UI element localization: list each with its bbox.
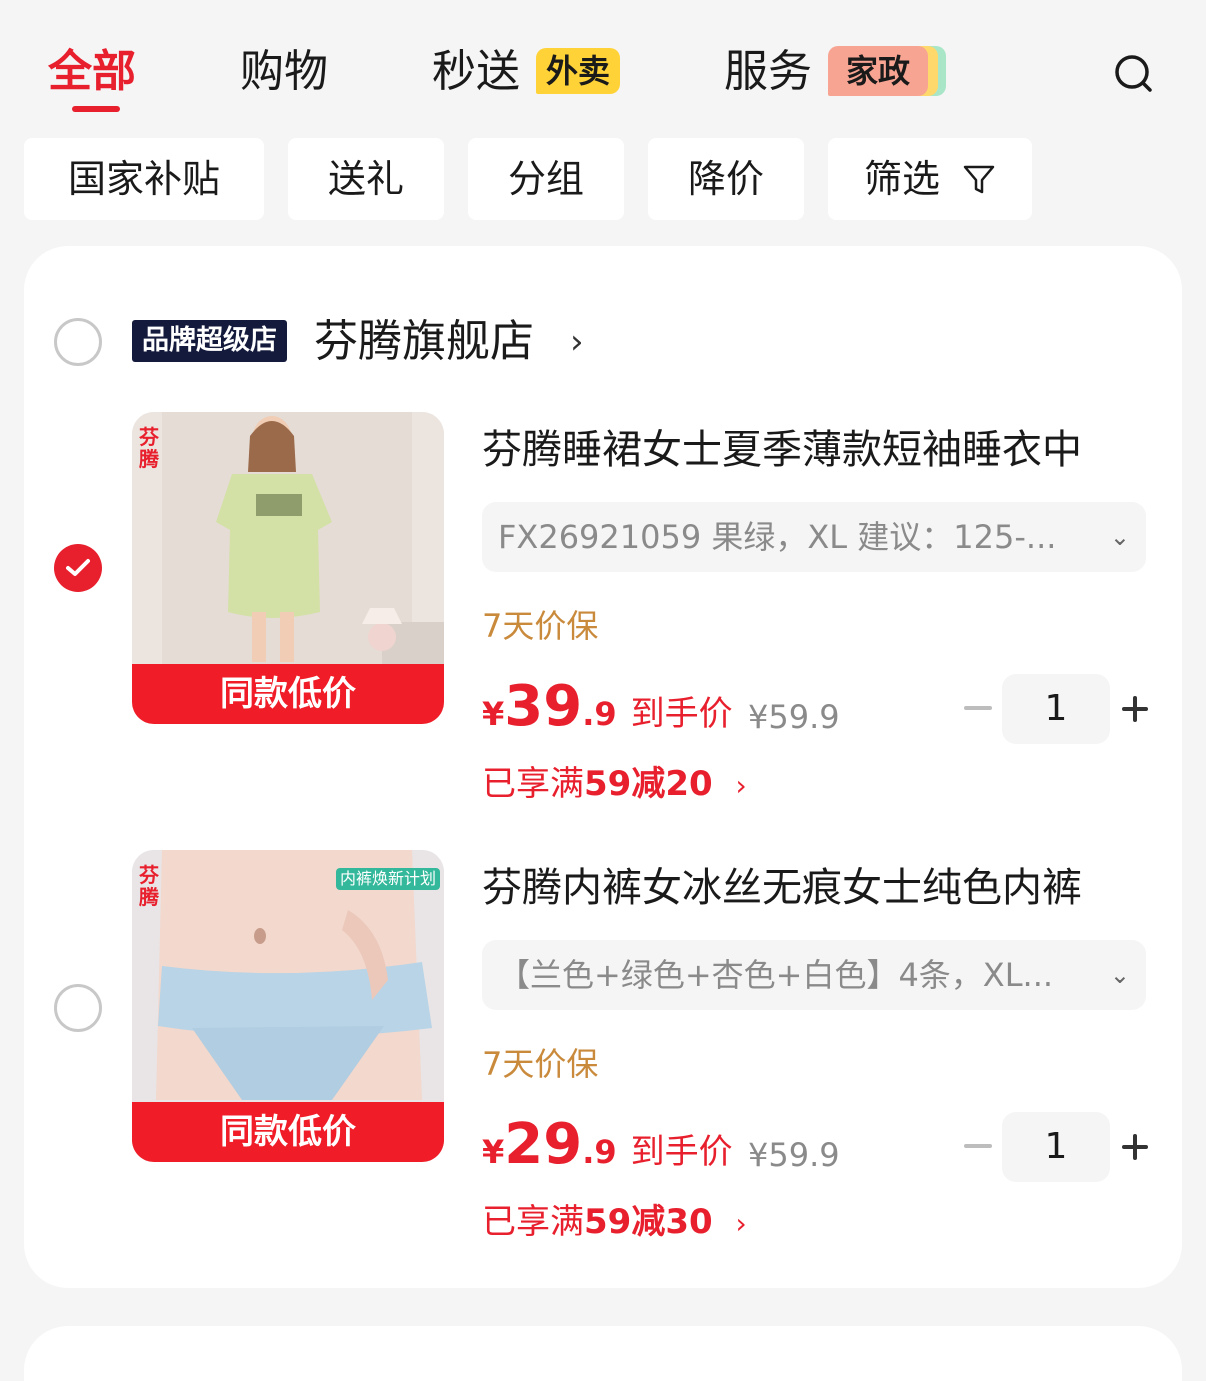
- chevron-down-icon: ⌄: [1109, 961, 1130, 989]
- store-select-checkbox[interactable]: [54, 318, 102, 366]
- price-tip: 到手价: [630, 1132, 733, 1172]
- price-integer: 29: [504, 1112, 583, 1177]
- promo-prefix: 已享满: [482, 764, 584, 804]
- same-item-low-price-label: 同款低价: [132, 664, 444, 724]
- price-protection-tag: 7天价保: [482, 607, 599, 645]
- filter-funnel-icon: [963, 165, 995, 193]
- checkmark-icon: [66, 559, 90, 576]
- price-protection-tag: 7天价保: [482, 1045, 599, 1083]
- top-tab-bar: 全部 购物 秒送 外卖 服务 家政: [0, 0, 1206, 130]
- promotion-link[interactable]: 已享满59减20 ›: [482, 762, 747, 808]
- product-image[interactable]: 芬腾 内裤焕新计划 同款低价: [132, 850, 444, 1162]
- plus-icon[interactable]: [1122, 1134, 1148, 1160]
- price-tip: 到手价: [630, 694, 733, 734]
- tab-shopping[interactable]: 购物: [240, 42, 328, 102]
- price-decimal: .9: [582, 1133, 617, 1171]
- item-select-checkbox[interactable]: [54, 544, 102, 592]
- original-price: ¥59.9: [748, 1136, 840, 1174]
- promo-value: 59减30: [584, 1202, 713, 1242]
- promotion-link[interactable]: 已享满59减30 ›: [482, 1200, 747, 1246]
- quantity-stepper[interactable]: 1: [1002, 1112, 1110, 1182]
- search-icon[interactable]: [1108, 48, 1160, 100]
- tab-all[interactable]: 全部: [48, 42, 136, 102]
- promo-value: 59减20: [584, 764, 713, 804]
- product-image[interactable]: 芬腾 同款低价: [132, 412, 444, 724]
- tab-services[interactable]: 服务: [724, 42, 812, 102]
- price-currency: ¥: [482, 695, 505, 733]
- brand-mark: 芬腾: [139, 863, 159, 909]
- sku-selector[interactable]: 【兰色+绿色+杏色+白色】4条，XL... ⌄: [482, 940, 1146, 1010]
- brand-mark: 芬腾: [139, 425, 159, 471]
- chevron-right-icon[interactable]: ›: [570, 324, 584, 360]
- sku-text: FX26921059 果绿，XL 建议：125-...: [498, 518, 1057, 556]
- chevron-right-icon: ›: [735, 769, 747, 802]
- chevron-down-icon: ⌄: [1109, 523, 1130, 551]
- original-price: ¥59.9: [748, 698, 840, 736]
- filter-button[interactable]: 筛选: [828, 138, 1032, 220]
- sku-text: 【兰色+绿色+杏色+白色】4条，XL...: [498, 956, 1054, 994]
- store-name[interactable]: 芬腾旗舰店: [314, 314, 534, 370]
- takeout-badge: 外卖: [536, 48, 621, 94]
- next-store-card: [24, 1326, 1182, 1381]
- tab-instant-delivery[interactable]: 秒送: [432, 42, 520, 102]
- store-level-badge: 品牌超级店: [132, 320, 287, 362]
- final-price: ¥39.9 到手价: [482, 674, 733, 739]
- final-price: ¥29.9 到手价: [482, 1112, 733, 1177]
- housekeeping-badge-label: 家政: [828, 46, 928, 96]
- price-integer: 39: [504, 674, 583, 739]
- price-currency: ¥: [482, 1133, 505, 1171]
- filter-label: 筛选: [863, 157, 940, 201]
- minus-icon[interactable]: [964, 1144, 992, 1148]
- housekeeping-badge: 家政: [828, 46, 948, 96]
- plus-icon[interactable]: [1122, 696, 1148, 722]
- active-tab-indicator: [72, 106, 120, 112]
- same-item-low-price-label: 同款低价: [132, 1102, 444, 1162]
- price-decimal: .9: [582, 695, 617, 733]
- promo-prefix: 已享满: [482, 1202, 584, 1242]
- minus-icon[interactable]: [964, 706, 992, 710]
- product-title[interactable]: 芬腾睡裙女士夏季薄款短袖睡衣中: [482, 422, 1082, 478]
- item-select-checkbox[interactable]: [54, 984, 102, 1032]
- quantity-stepper[interactable]: 1: [1002, 674, 1110, 744]
- filter-national-subsidy[interactable]: 国家补贴: [24, 138, 264, 220]
- filter-gift[interactable]: 送礼: [288, 138, 444, 220]
- filter-group[interactable]: 分组: [468, 138, 624, 220]
- sku-selector[interactable]: FX26921059 果绿，XL 建议：125-... ⌄: [482, 502, 1146, 572]
- campaign-tag: 内裤焕新计划: [336, 868, 441, 890]
- chevron-right-icon: ›: [735, 1207, 747, 1240]
- filter-price-drop[interactable]: 降价: [648, 138, 804, 220]
- product-title[interactable]: 芬腾内裤女冰丝无痕女士纯色内裤: [482, 860, 1082, 916]
